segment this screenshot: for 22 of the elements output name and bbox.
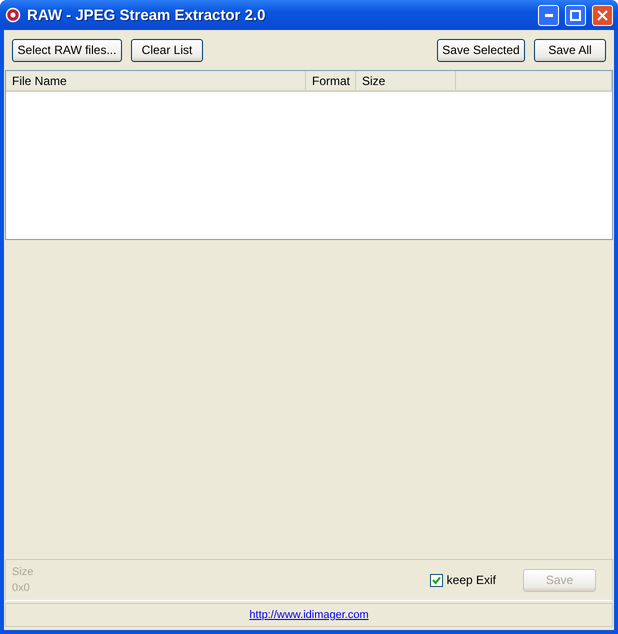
size-label: Size (12, 566, 34, 578)
window-title: RAW - JPEG Stream Extractor 2.0 (27, 6, 266, 24)
column-header[interactable]: Format (306, 71, 356, 90)
column-header[interactable]: File Name (6, 71, 306, 90)
close-icon (597, 10, 608, 20)
size-value: 0x0 (12, 582, 31, 594)
save-all-button[interactable]: Save All (534, 38, 606, 62)
clear-list-button[interactable]: Clear List (131, 38, 203, 62)
checkbox-label: keep Exif (446, 573, 496, 587)
close-button[interactable] (592, 4, 613, 26)
file-list[interactable]: File Name Format Size (5, 70, 613, 240)
keep-exif-checkbox[interactable] (430, 574, 443, 586)
save-selected-button[interactable]: Save Selected (437, 38, 525, 62)
website-link[interactable]: http://www.idimager.com (249, 609, 369, 621)
minimize-button[interactable] (538, 4, 559, 26)
maximize-icon (570, 10, 581, 20)
column-header[interactable]: Size (356, 71, 456, 90)
minimize-icon (544, 14, 552, 16)
maximize-button[interactable] (565, 4, 586, 26)
checkmark-icon (432, 576, 441, 584)
app-icon (5, 7, 21, 23)
select-files-button[interactable]: Select RAW files... (12, 38, 122, 62)
